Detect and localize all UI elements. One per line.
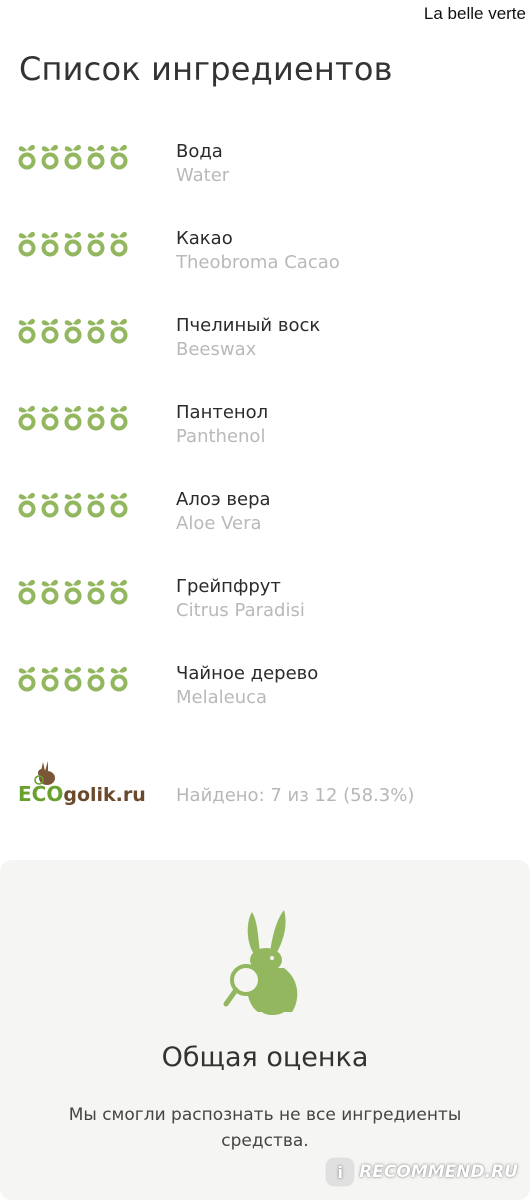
ingredient-row: Грейпфрут Citrus Paradisi [0, 570, 532, 657]
rabbit-magnifier-icon [223, 910, 298, 1015]
rating-leaves [17, 663, 129, 693]
leaf-icon [41, 666, 59, 692]
leaf-icon [18, 666, 36, 692]
leaf-icon [18, 405, 36, 431]
ingredient-name-latin: Theobroma Cacao [176, 252, 340, 273]
ecogolik-wordmark: ECOgolik.ru [18, 782, 146, 806]
leaf-icon [87, 318, 105, 344]
leaf-icon [18, 318, 36, 344]
ingredient-name-latin: Water [176, 165, 230, 186]
ingredient-name-latin: Melaleuca [176, 687, 268, 708]
leaf-icon [41, 231, 59, 257]
leaf-icon [18, 492, 36, 518]
ingredient-row: Вода Water [0, 135, 532, 222]
ingredient-row: Пчелиный воск Beeswax [0, 309, 532, 396]
rating-leaves [17, 141, 129, 171]
leaf-icon [110, 405, 128, 431]
leaf-icon [64, 666, 82, 692]
leaf-icon [64, 144, 82, 170]
ingredient-name-ru: Чайное дерево [176, 663, 319, 684]
leaf-icon [87, 492, 105, 518]
page-title: Список ингредиентов [19, 50, 393, 88]
leaf-icon [87, 666, 105, 692]
summary-title: Общая оценка [161, 1042, 369, 1073]
ingredient-name-ru: Пчелиный воск [176, 315, 321, 336]
ingredient-name-ru: Какао [176, 228, 233, 249]
leaf-icon [41, 579, 59, 605]
ingredient-name-latin: Citrus Paradisi [176, 600, 305, 621]
brand-name: La belle verte [423, 4, 526, 23]
summary-card: Общая оценка Мы смогли распознать не все… [0, 860, 530, 1200]
watermark-label: RECOMMEND.RU [359, 1162, 518, 1182]
leaf-icon [18, 579, 36, 605]
leaf-icon [18, 231, 36, 257]
rating-leaves [17, 315, 129, 345]
i-icon: i [327, 1159, 354, 1185]
ingredient-name-latin: Panthenol [176, 426, 266, 447]
leaf-icon [64, 492, 82, 518]
ingredient-row: Чайное дерево Melaleuca [0, 657, 532, 744]
leaf-icon [64, 318, 82, 344]
leaf-icon [110, 666, 128, 692]
leaf-icon [87, 579, 105, 605]
rating-leaves [17, 228, 129, 258]
ingredient-name-ru: Вода [176, 141, 223, 162]
found-count: Найдено: 7 из 12 (58.3%) [176, 785, 415, 806]
leaf-icon [110, 231, 128, 257]
leaf-icon [64, 405, 82, 431]
leaf-icon [110, 492, 128, 518]
leaf-icon [41, 492, 59, 518]
ingredient-name-ru: Пантенол [176, 402, 269, 423]
leaf-icon [41, 144, 59, 170]
ingredient-row: Алоэ вера Aloe Vera [0, 483, 532, 570]
irecommend-watermark: i RECOMMEND.RU [327, 1159, 518, 1185]
leaf-icon [110, 144, 128, 170]
ingredient-name-ru: Грейпфрут [176, 576, 281, 597]
rating-leaves [17, 402, 129, 432]
ingredient-name-ru: Алоэ вера [176, 489, 271, 510]
ingredient-name-latin: Beeswax [176, 339, 257, 360]
summary-text: Мы смогли распознать не все ингредиенты … [68, 1105, 462, 1151]
ingredient-list: Вода Water Какао Theobroma Cacao Пчелины… [0, 135, 532, 744]
rating-leaves [17, 576, 129, 606]
ingredient-row: Какао Theobroma Cacao [0, 222, 532, 309]
leaf-icon [110, 318, 128, 344]
rating-leaves [17, 489, 129, 519]
leaf-icon [64, 231, 82, 257]
leaf-icon [87, 231, 105, 257]
leaf-icon [18, 144, 36, 170]
leaf-icon [41, 405, 59, 431]
ingredient-name-latin: Aloe Vera [176, 513, 262, 534]
ingredient-row: Пантенол Panthenol [0, 396, 532, 483]
leaf-icon [87, 405, 105, 431]
leaf-icon [87, 144, 105, 170]
leaf-icon [41, 318, 59, 344]
leaf-icon [110, 579, 128, 605]
leaf-icon [64, 579, 82, 605]
